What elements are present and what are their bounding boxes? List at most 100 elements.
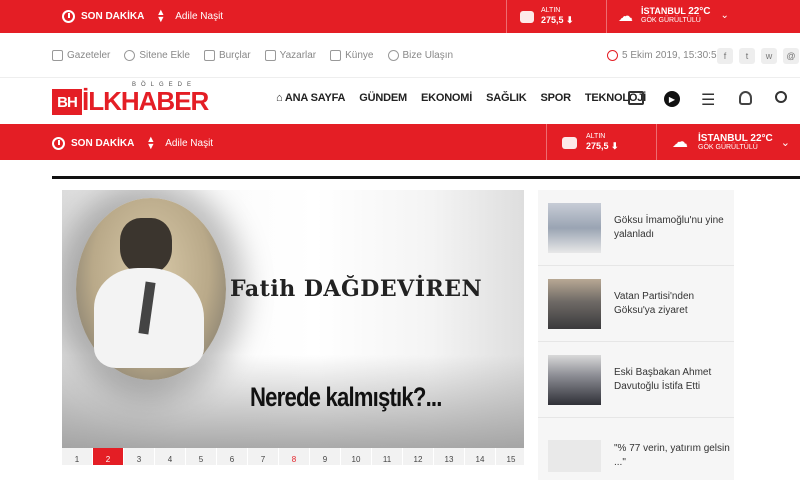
news-thumbnail xyxy=(548,202,601,253)
user-icon[interactable] xyxy=(739,91,752,105)
news-title: Vatan Partisi'nden Göksu'ya ziyaret xyxy=(614,290,695,316)
newspapers-link[interactable]: Gazeteler xyxy=(52,50,110,61)
page-15[interactable]: 15 xyxy=(496,448,524,465)
news-title: Eski Başbakan Ahmet Davutoğlu İstifa Ett… xyxy=(614,366,712,392)
divider xyxy=(606,0,607,33)
page-7[interactable]: 7 xyxy=(248,448,279,465)
storm-cloud-icon: ☁ xyxy=(672,134,688,151)
facebook-icon[interactable]: f xyxy=(717,48,733,64)
section-divider xyxy=(52,176,800,179)
horoscope-icon xyxy=(203,50,215,61)
author-photo xyxy=(76,198,226,380)
list-item[interactable]: Eski Başbakan Ahmet Davutoğlu İstifa Ett… xyxy=(538,342,734,418)
page-3[interactable]: 3 xyxy=(124,448,155,465)
breaking-ticker[interactable]: SON DAKİKA ▲ ▼ Adile Naşit xyxy=(62,8,223,24)
twitter-icon[interactable]: t xyxy=(739,48,755,64)
hero-title[interactable]: Nerede kalmıştık?... xyxy=(250,382,442,413)
page-11[interactable]: 11 xyxy=(372,448,403,465)
site-logo[interactable]: BÖLGEDE BH İLKHABER xyxy=(52,82,234,116)
page-5[interactable]: 5 xyxy=(186,448,217,465)
logo-mark: BH xyxy=(52,89,82,115)
date-time: 5 Ekim 2019, 15:30:55 xyxy=(607,50,722,61)
gold-value: 275,5 ⬇ xyxy=(541,15,574,25)
nav-agenda[interactable]: GÜNDEM xyxy=(359,92,407,104)
top-bar: SON DAKİKA ▲ ▼ Adile Naşit ALTIN 275,5 ⬇ ☁… xyxy=(0,0,800,33)
coins-icon xyxy=(562,136,577,149)
clock-icon xyxy=(62,9,75,23)
gold-widget[interactable]: ALTIN 275,5 ⬇ xyxy=(562,133,619,152)
weather-desc: GÖK GÜRÜLTÜLÜ xyxy=(641,17,701,24)
authors-link[interactable]: Yazarlar xyxy=(264,50,316,61)
ticker-label: SON DAKİKA xyxy=(81,10,145,22)
news-title: Göksu İmamoğlu'nu yine yalanladı xyxy=(614,214,724,240)
nav-health[interactable]: SAĞLIK xyxy=(486,92,527,104)
coins-icon xyxy=(520,10,534,23)
divider xyxy=(656,124,657,160)
imprint-link[interactable]: Künye xyxy=(330,50,374,61)
at-icon xyxy=(387,50,399,61)
news-thumbnail xyxy=(548,278,601,329)
logo-name: İLKHABER xyxy=(82,86,209,116)
contact-link[interactable]: Bize Ulaşın xyxy=(387,50,453,61)
hero-slider[interactable]: Fatih DAĞDEVİREN Nerede kalmıştık?... 1 … xyxy=(62,190,524,465)
nav-home[interactable]: ⌂ ANA SAYFA xyxy=(276,92,345,104)
author-name: Fatih DAĞDEVİREN xyxy=(230,276,483,302)
plus-icon xyxy=(124,50,136,61)
weather-widget[interactable]: ☁ İSTANBUL 22°C GÖK GÜRÜLTÜLÜ ⌄ xyxy=(672,132,790,152)
home-icon: ⌂ xyxy=(276,92,285,104)
chevron-down-icon[interactable]: ⌄ xyxy=(721,10,729,21)
list-item[interactable]: "% 77 verin, yatırım gelsin ..." xyxy=(538,418,734,494)
people-icon xyxy=(330,50,342,61)
gold-widget[interactable]: ALTIN 275,5 ⬇ xyxy=(520,7,574,26)
page-12[interactable]: 12 xyxy=(403,448,434,465)
chevron-down-icon[interactable]: ⌄ xyxy=(781,136,790,149)
gold-label: ALTIN xyxy=(541,7,561,14)
page-6[interactable]: 6 xyxy=(217,448,248,465)
newspaper-icon xyxy=(52,50,63,61)
news-title: "% 77 verin, yatırım gelsin ..." xyxy=(614,443,730,468)
nav-economy[interactable]: EKONOMİ xyxy=(421,92,472,104)
ticker-headline[interactable]: Adile Naşit xyxy=(165,138,213,149)
clock-icon xyxy=(52,136,65,150)
page-13[interactable]: 13 xyxy=(434,448,465,465)
page-10[interactable]: 10 xyxy=(341,448,372,465)
side-news-list: Göksu İmamoğlu'nu yine yalanladı Vatan P… xyxy=(538,190,734,480)
ticker-arrows-icon[interactable]: ▲ ▼ xyxy=(156,8,165,24)
instagram-icon[interactable]: @ xyxy=(783,48,799,64)
breaking-ticker-secondary[interactable]: SON DAKİKA ▲ ▼ Adile Naşit xyxy=(52,135,213,151)
nav-sports[interactable]: SPOR xyxy=(540,92,571,104)
utility-bar: Gazeteler Sitene Ekle Burçlar Yazarlar K… xyxy=(0,33,800,78)
ticker-label: SON DAKİKA xyxy=(71,137,135,149)
ticker-arrows-icon[interactable]: ▲ ▼ xyxy=(146,135,155,151)
horoscope-link[interactable]: Burçlar xyxy=(203,50,251,61)
add-to-site-link[interactable]: Sitene Ekle xyxy=(124,50,190,61)
page-1[interactable]: 1 xyxy=(62,448,93,465)
divider xyxy=(546,124,547,160)
weather-city: İSTANBUL xyxy=(641,6,686,16)
sticky-bar: SON DAKİKA ▲ ▼ Adile Naşit ALTIN 275,5 ⬇ ☁… xyxy=(0,124,800,160)
divider xyxy=(506,0,507,33)
ticker-headline[interactable]: Adile Naşit xyxy=(175,11,223,22)
search-icon[interactable] xyxy=(775,91,787,103)
storm-cloud-icon: ☁ xyxy=(618,7,633,25)
menu-icon[interactable]: ☰ xyxy=(701,90,715,110)
video-play-icon[interactable]: ▶ xyxy=(664,91,680,107)
pen-icon xyxy=(264,50,276,61)
page-2[interactable]: 2 xyxy=(93,448,124,465)
page-8[interactable]: 8 xyxy=(279,448,310,465)
news-thumbnail xyxy=(548,440,601,472)
news-thumbnail xyxy=(548,354,601,405)
main-nav: ⌂ ANA SAYFA GÜNDEM EKONOMİ SAĞLIK SPOR T… xyxy=(276,92,646,104)
weather-temp: 22°C xyxy=(688,6,711,17)
page-14[interactable]: 14 xyxy=(465,448,496,465)
weather-widget[interactable]: ☁ İSTANBUL 22°C GÖK GÜRÜLTÜLÜ ⌄ xyxy=(618,6,729,25)
social-links: f t w @ xyxy=(717,48,799,64)
gallery-icon[interactable] xyxy=(628,91,644,105)
slider-pagination: 1 2 3 4 5 6 7 8 9 10 11 12 13 14 15 xyxy=(62,448,524,465)
page-4[interactable]: 4 xyxy=(155,448,186,465)
page-9[interactable]: 9 xyxy=(310,448,341,465)
list-item[interactable]: Göksu İmamoğlu'nu yine yalanladı xyxy=(538,190,734,266)
list-item[interactable]: Vatan Partisi'nden Göksu'ya ziyaret xyxy=(538,266,734,342)
whatsapp-icon[interactable]: w xyxy=(761,48,777,64)
clock-icon xyxy=(607,50,618,61)
